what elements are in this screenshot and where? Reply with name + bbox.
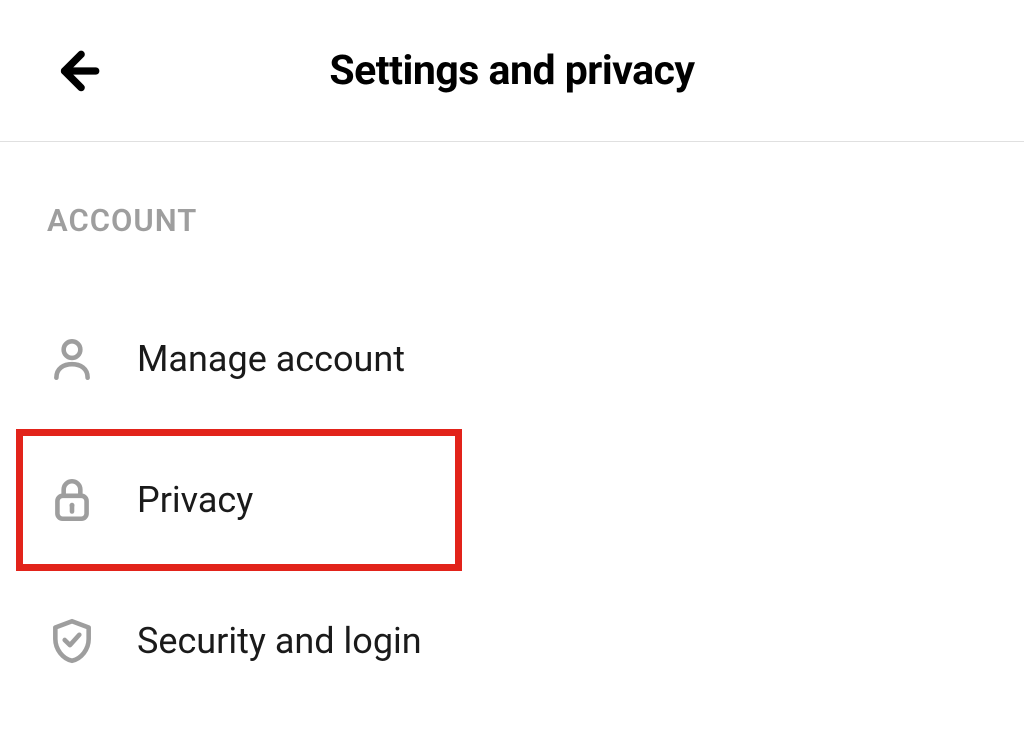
- back-arrow-icon: [52, 46, 102, 96]
- menu-item-label: Manage account: [137, 338, 405, 380]
- menu-item-label: Security and login: [137, 620, 422, 662]
- page-title: Settings and privacy: [0, 47, 1024, 95]
- menu-item-security-login[interactable]: Security and login: [47, 571, 1024, 711]
- back-button[interactable]: [52, 46, 102, 96]
- content-area: ACCOUNT Manage account Privacy: [0, 142, 1024, 711]
- menu-item-manage-account[interactable]: Manage account: [47, 289, 1024, 429]
- lock-icon: [47, 475, 97, 525]
- section-header-account: ACCOUNT: [47, 202, 1024, 239]
- shield-check-icon: [47, 616, 97, 666]
- menu-item-label: Privacy: [137, 479, 253, 521]
- person-icon: [47, 334, 97, 384]
- page-header: Settings and privacy: [0, 0, 1024, 142]
- menu-item-privacy[interactable]: Privacy: [16, 429, 462, 571]
